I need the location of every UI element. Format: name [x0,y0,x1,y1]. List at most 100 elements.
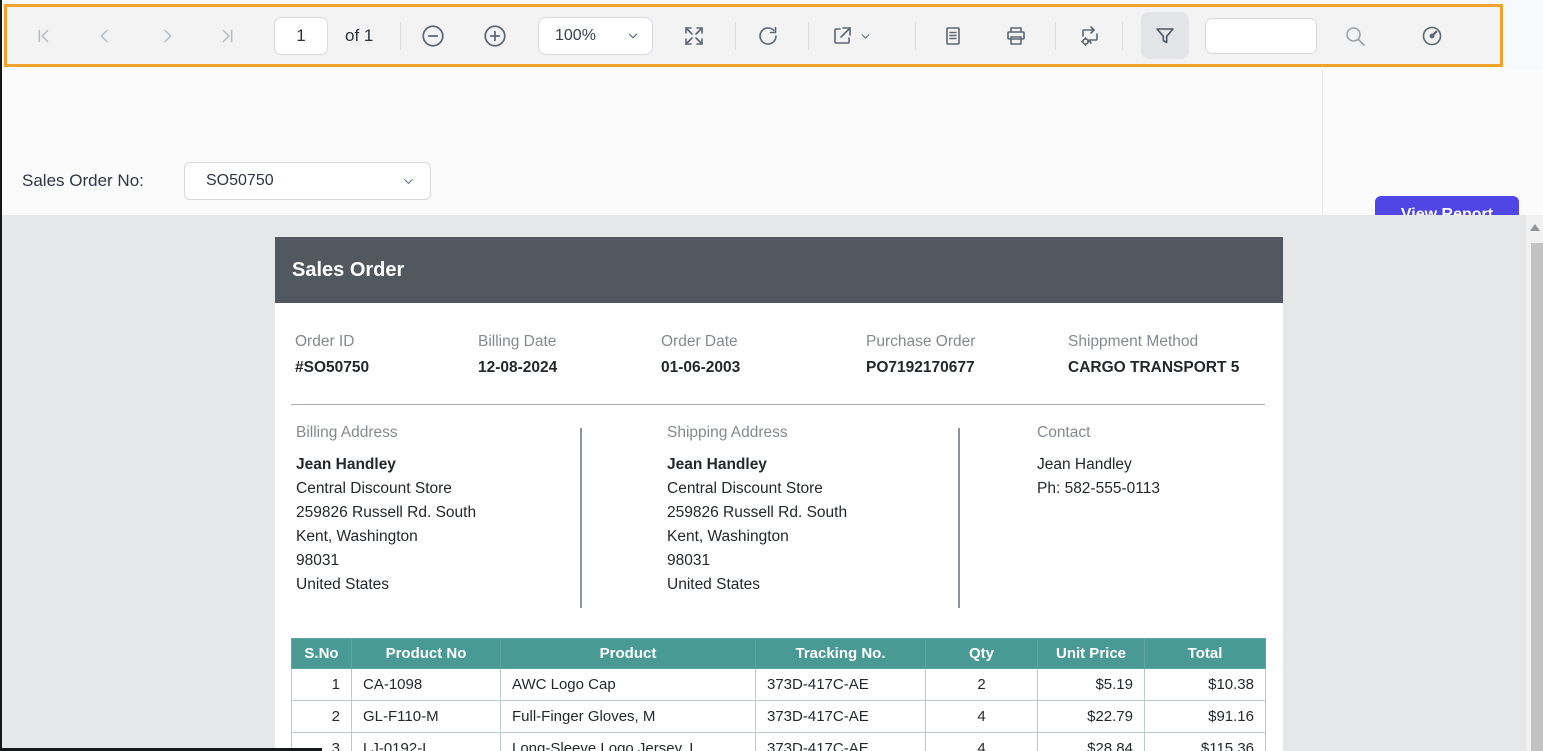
shipment-method-field: Shippment Method CARGO TRANSPORT 5 [1068,333,1283,377]
printer-icon [1004,24,1028,48]
shipping-address-line: Central Discount Store [667,477,937,501]
previous-page-button[interactable] [87,18,123,54]
export-dropdown-button[interactable] [820,18,882,54]
chevron-down-icon [401,174,416,189]
sales-order-dropdown[interactable]: SO50750 [184,162,431,200]
toolbar-separator [400,22,401,50]
address-section: Billing Address Jean Handley Central Dis… [275,424,1283,616]
zoom-in-button[interactable] [477,18,513,54]
last-page-button[interactable] [210,18,246,54]
parameters-refresh-icon [1078,24,1102,48]
address-divider [580,428,582,608]
report-title: Sales Order [292,259,404,282]
chevron-down-icon [626,29,640,43]
refresh-button[interactable] [750,18,786,54]
edit-parameters-button[interactable] [1072,18,1108,54]
cell-product-no: GL-F110-M [352,701,501,733]
cell-tracking-no: 373D-417C-AE [756,733,926,751]
zoom-level-value: 100% [555,27,616,45]
fullscreen-button[interactable] [676,18,712,54]
billing-address-line: United States [296,573,566,597]
document-icon [941,24,965,48]
filter-icon [1153,24,1177,48]
cell-unit-price: $5.19 [1038,669,1145,701]
contact-heading: Contact [1037,424,1277,442]
order-items-table: S.No Product No Product Tracking No. Qty… [291,638,1266,751]
contact-block: Contact Jean Handley Ph: 582-555-0113 [1037,424,1277,501]
order-id-field: Order ID #SO50750 [295,333,478,377]
billing-address-block: Billing Address Jean Handley Central Dis… [296,424,566,597]
toolbar-separator [915,22,916,50]
parameter-panel: Sales Order No: SO50750 DatePicker 12/12… [0,70,1543,215]
scrollbar-up-button[interactable] [1526,218,1543,236]
report-title-banner: Sales Order [275,237,1283,303]
chevron-down-icon [859,30,872,43]
cell-product: Long-Sleeve Logo Jersey, L [501,733,756,751]
contact-name: Jean Handley [1037,453,1277,477]
shipping-address-block: Shipping Address Jean Handley Central Di… [667,424,937,597]
billing-address-name: Jean Handley [296,453,566,477]
triangle-up-icon [1530,224,1540,231]
col-header-sno: S.No [292,639,352,669]
billing-address-heading: Billing Address [296,424,566,442]
billing-date-value: 12-08-2024 [478,359,661,377]
search-input[interactable] [1205,18,1317,54]
shipping-address-line: 98031 [667,549,937,573]
zoom-out-button[interactable] [415,18,451,54]
report-viewer-toolbar: of 1 100% [4,4,1503,67]
report-viewer-canvas: Sales Order Order ID #SO50750 Billing Da… [0,215,1543,751]
cell-sno: 2 [292,701,352,733]
table-header-row: S.No Product No Product Tracking No. Qty… [292,639,1266,669]
cell-unit-price: $28.84 [1038,733,1145,751]
order-id-value: #SO50750 [295,359,478,377]
table-row: 1 CA-1098 AWC Logo Cap 373D-417C-AE 2 $5… [292,669,1266,701]
order-id-label: Order ID [295,333,478,351]
toolbar-separator [735,22,736,50]
fullscreen-icon [682,24,706,48]
report-page: Sales Order Order ID #SO50750 Billing Da… [275,237,1283,751]
col-header-tracking-no: Tracking No. [756,639,926,669]
order-date-field: Order Date 01-06-2003 [661,333,866,377]
shipping-address-heading: Shipping Address [667,424,937,442]
performance-button[interactable] [1414,18,1450,54]
contact-phone: Ph: 582-555-0113 [1037,477,1277,501]
shipping-address-line: Kent, Washington [667,525,937,549]
table-row: 3 LJ-0192-L Long-Sleeve Logo Jersey, L 3… [292,733,1266,751]
billing-address-line: Kent, Washington [296,525,566,549]
page-count-label: of 1 [345,7,373,64]
toolbar-separator [1055,22,1056,50]
cell-product-no: CA-1098 [352,669,501,701]
zoom-level-dropdown[interactable]: 100% [538,17,653,55]
col-header-product: Product [501,639,756,669]
first-page-icon [32,25,54,47]
order-info-row: Order ID #SO50750 Billing Date 12-08-202… [275,303,1283,377]
purchase-order-value: PO7192170677 [866,359,1068,377]
print-layout-button[interactable] [935,18,971,54]
window-edge-left [0,0,2,751]
search-button[interactable] [1337,18,1373,54]
first-page-button[interactable] [25,18,61,54]
billing-address-line: 259826 Russell Rd. South [296,501,566,525]
vertical-scrollbar-thumb[interactable] [1531,243,1543,751]
cell-qty: 4 [926,701,1038,733]
shipping-address-line: United States [667,573,937,597]
shipping-address-name: Jean Handley [667,453,937,477]
table-row: 2 GL-F110-M Full-Finger Gloves, M 373D-4… [292,701,1266,733]
last-page-icon [217,25,239,47]
col-header-unit-price: Unit Price [1038,639,1145,669]
col-header-product-no: Product No [352,639,501,669]
billing-address-line: Central Discount Store [296,477,566,501]
address-divider [958,428,960,608]
filter-button-active[interactable] [1141,12,1189,59]
cell-qty: 2 [926,669,1038,701]
parameter-divider [1322,70,1323,215]
gauge-icon [1420,24,1444,48]
next-page-button[interactable] [149,18,185,54]
page-number-input[interactable] [274,17,328,55]
print-button[interactable] [998,18,1034,54]
billing-date-label: Billing Date [478,333,661,351]
toolbar-strip: of 1 100% [0,0,1543,70]
col-header-qty: Qty [926,639,1038,669]
cell-total: $10.38 [1145,669,1266,701]
order-date-label: Order Date [661,333,866,351]
